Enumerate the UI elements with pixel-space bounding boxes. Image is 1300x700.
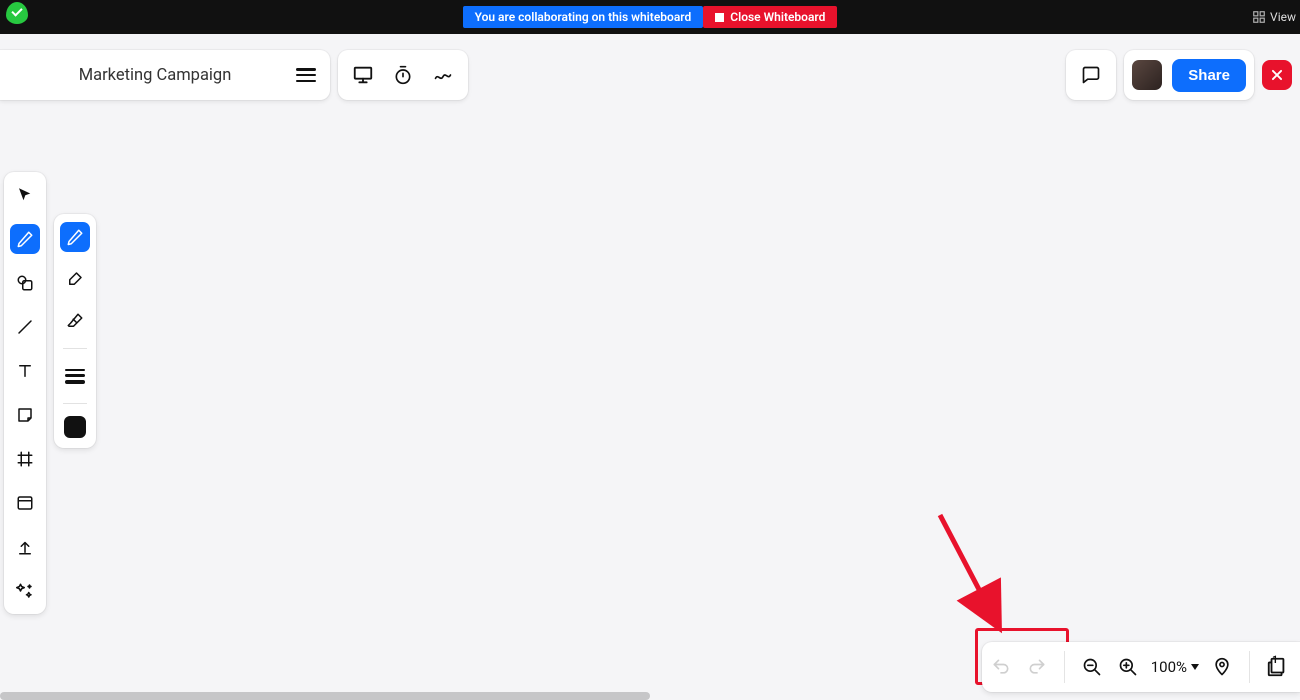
undo-icon: [991, 657, 1011, 677]
tool-text[interactable]: [10, 356, 40, 386]
presentation-icon: [352, 64, 374, 86]
tool-line[interactable]: [10, 312, 40, 342]
view-menu-label: View: [1270, 10, 1296, 24]
pencil-icon: [16, 230, 34, 248]
tool-frame[interactable]: [10, 444, 40, 474]
tool-sticky-note[interactable]: [10, 400, 40, 430]
left-toolbar: [4, 172, 46, 614]
horizontal-scrollbar[interactable]: [0, 692, 1300, 700]
zoom-in-button[interactable]: [1115, 654, 1141, 680]
close-icon: [1270, 68, 1284, 82]
timer-button[interactable]: [392, 64, 414, 86]
sticky-note-icon: [16, 406, 34, 424]
close-whiteboard-label: Close Whiteboard: [730, 10, 825, 24]
cursor-icon: [16, 186, 34, 204]
zoom-out-icon: [1082, 657, 1102, 677]
comments-button[interactable]: [1066, 50, 1116, 100]
sparkle-tools-icon: [16, 582, 34, 600]
tool-more[interactable]: [10, 576, 40, 606]
bottom-right-controls: 100% 1: [982, 642, 1300, 692]
map-pin-icon: [1212, 657, 1232, 677]
view-menu[interactable]: View: [1252, 0, 1300, 34]
annotation-arrow: [925, 505, 1015, 645]
tool-shapes[interactable]: [10, 268, 40, 298]
tool-select[interactable]: [10, 180, 40, 210]
title-card: Marketing Campaign: [0, 50, 330, 100]
zoom-out-button[interactable]: [1079, 654, 1105, 680]
present-tools-card: [338, 50, 468, 100]
upload-icon: [16, 538, 34, 556]
connection-status: [0, 0, 28, 34]
pages-button[interactable]: 1: [1264, 654, 1290, 680]
tool-upload[interactable]: [10, 532, 40, 562]
divider: [1249, 651, 1250, 683]
close-whiteboard-button[interactable]: Close Whiteboard: [703, 6, 837, 28]
zoom-level-dropdown[interactable]: 100%: [1151, 658, 1199, 676]
present-button[interactable]: [352, 64, 374, 86]
scrollbar-thumb[interactable]: [0, 692, 650, 700]
status-shield-icon: [6, 2, 28, 24]
stop-icon: [715, 13, 724, 22]
highlighter-icon: [66, 270, 84, 288]
subtool-thickness[interactable]: [60, 361, 90, 391]
zoom-level-value: 100%: [1151, 658, 1187, 676]
page-count-badge: 1: [1264, 655, 1286, 666]
frame-icon: [16, 450, 34, 468]
collab-status-pill: You are collaborating on this whiteboard: [463, 6, 704, 28]
template-icon: [16, 494, 34, 512]
comment-icon: [1081, 65, 1101, 85]
board-menu-button[interactable]: [296, 68, 316, 82]
squiggle-icon: [433, 65, 453, 85]
zoom-in-icon: [1118, 657, 1138, 677]
collab-banner: You are collaborating on this whiteboard…: [463, 6, 838, 28]
tool-templates[interactable]: [10, 488, 40, 518]
header-right-cluster: Share: [1066, 50, 1300, 100]
redo-icon: [1027, 657, 1047, 677]
exit-whiteboard-button[interactable]: [1262, 60, 1292, 90]
divider: [63, 403, 87, 404]
board-title[interactable]: Marketing Campaign: [14, 66, 296, 85]
line-icon: [16, 318, 34, 336]
chevron-down-icon: [1191, 664, 1199, 670]
tool-draw[interactable]: [10, 224, 40, 254]
eraser-icon: [66, 312, 84, 330]
thickness-icon: [65, 369, 85, 384]
subtool-highlighter[interactable]: [60, 264, 90, 294]
header-row: Marketing Campaign Share: [0, 50, 1300, 100]
draw-subtoolbar: [54, 214, 96, 448]
shapes-icon: [16, 274, 34, 292]
divider: [1064, 651, 1065, 683]
subtool-pen[interactable]: [60, 222, 90, 252]
share-button[interactable]: Share: [1172, 59, 1246, 92]
subtool-eraser[interactable]: [60, 306, 90, 336]
app-top-bar: You are collaborating on this whiteboard…: [0, 0, 1300, 34]
redo-button[interactable]: [1024, 654, 1050, 680]
undo-button[interactable]: [988, 654, 1014, 680]
stopwatch-icon: [393, 65, 413, 85]
subtool-color-swatch[interactable]: [64, 416, 86, 438]
user-avatar[interactable]: [1132, 60, 1162, 90]
share-card: Share: [1124, 50, 1254, 100]
laser-pointer-button[interactable]: [432, 64, 454, 86]
divider: [63, 348, 87, 349]
minimap-button[interactable]: [1209, 654, 1235, 680]
grid-icon: [1252, 10, 1266, 24]
pencil-icon: [66, 228, 84, 246]
text-icon: [16, 362, 34, 380]
